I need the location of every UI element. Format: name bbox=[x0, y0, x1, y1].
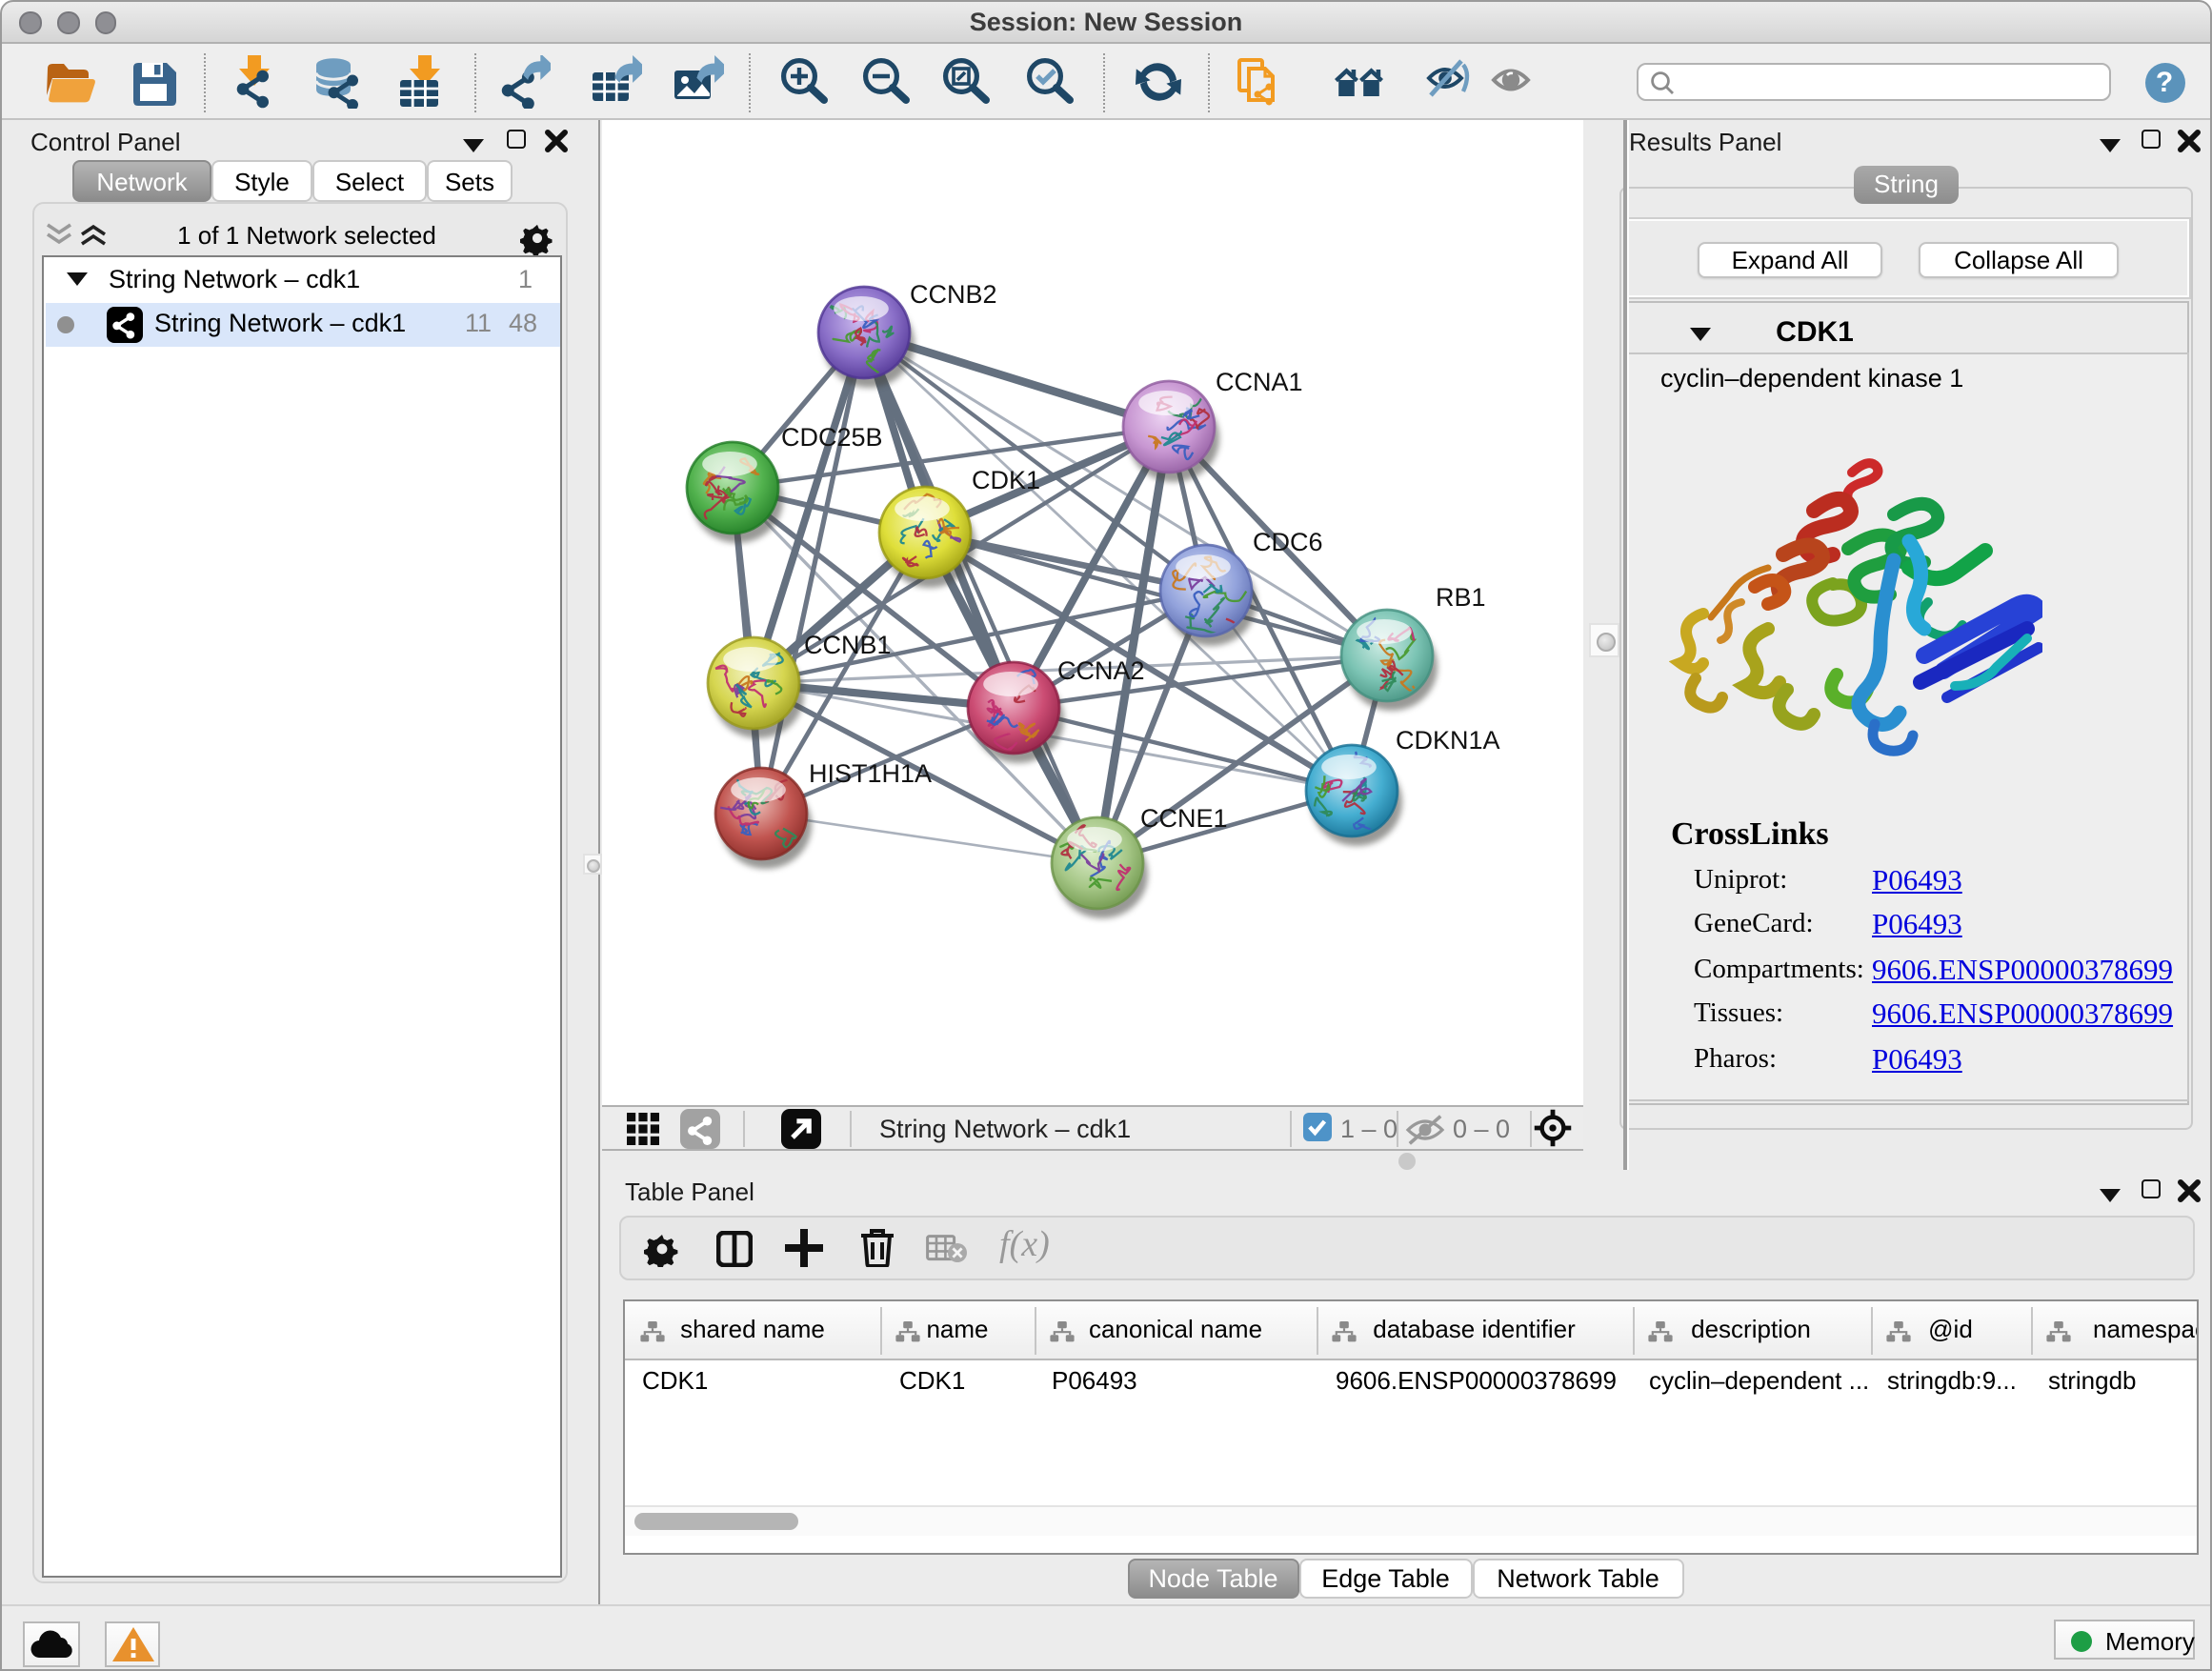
svg-text:RB1: RB1 bbox=[1435, 583, 1485, 612]
svg-text:CCNB2: CCNB2 bbox=[909, 280, 996, 309]
svg-text:CCNE1: CCNE1 bbox=[1139, 804, 1227, 833]
svg-text:CCNB1: CCNB1 bbox=[803, 631, 891, 659]
svg-text:CDC6: CDC6 bbox=[1252, 528, 1322, 556]
svg-text:CDKN1A: CDKN1A bbox=[1395, 726, 1499, 755]
svg-text:CDK1: CDK1 bbox=[971, 466, 1039, 494]
svg-text:CCNA2: CCNA2 bbox=[1056, 656, 1144, 685]
svg-text:CCNA1: CCNA1 bbox=[1215, 368, 1302, 396]
svg-text:CDC25B: CDC25B bbox=[780, 423, 882, 452]
svg-text:HIST1H1A: HIST1H1A bbox=[808, 759, 931, 788]
